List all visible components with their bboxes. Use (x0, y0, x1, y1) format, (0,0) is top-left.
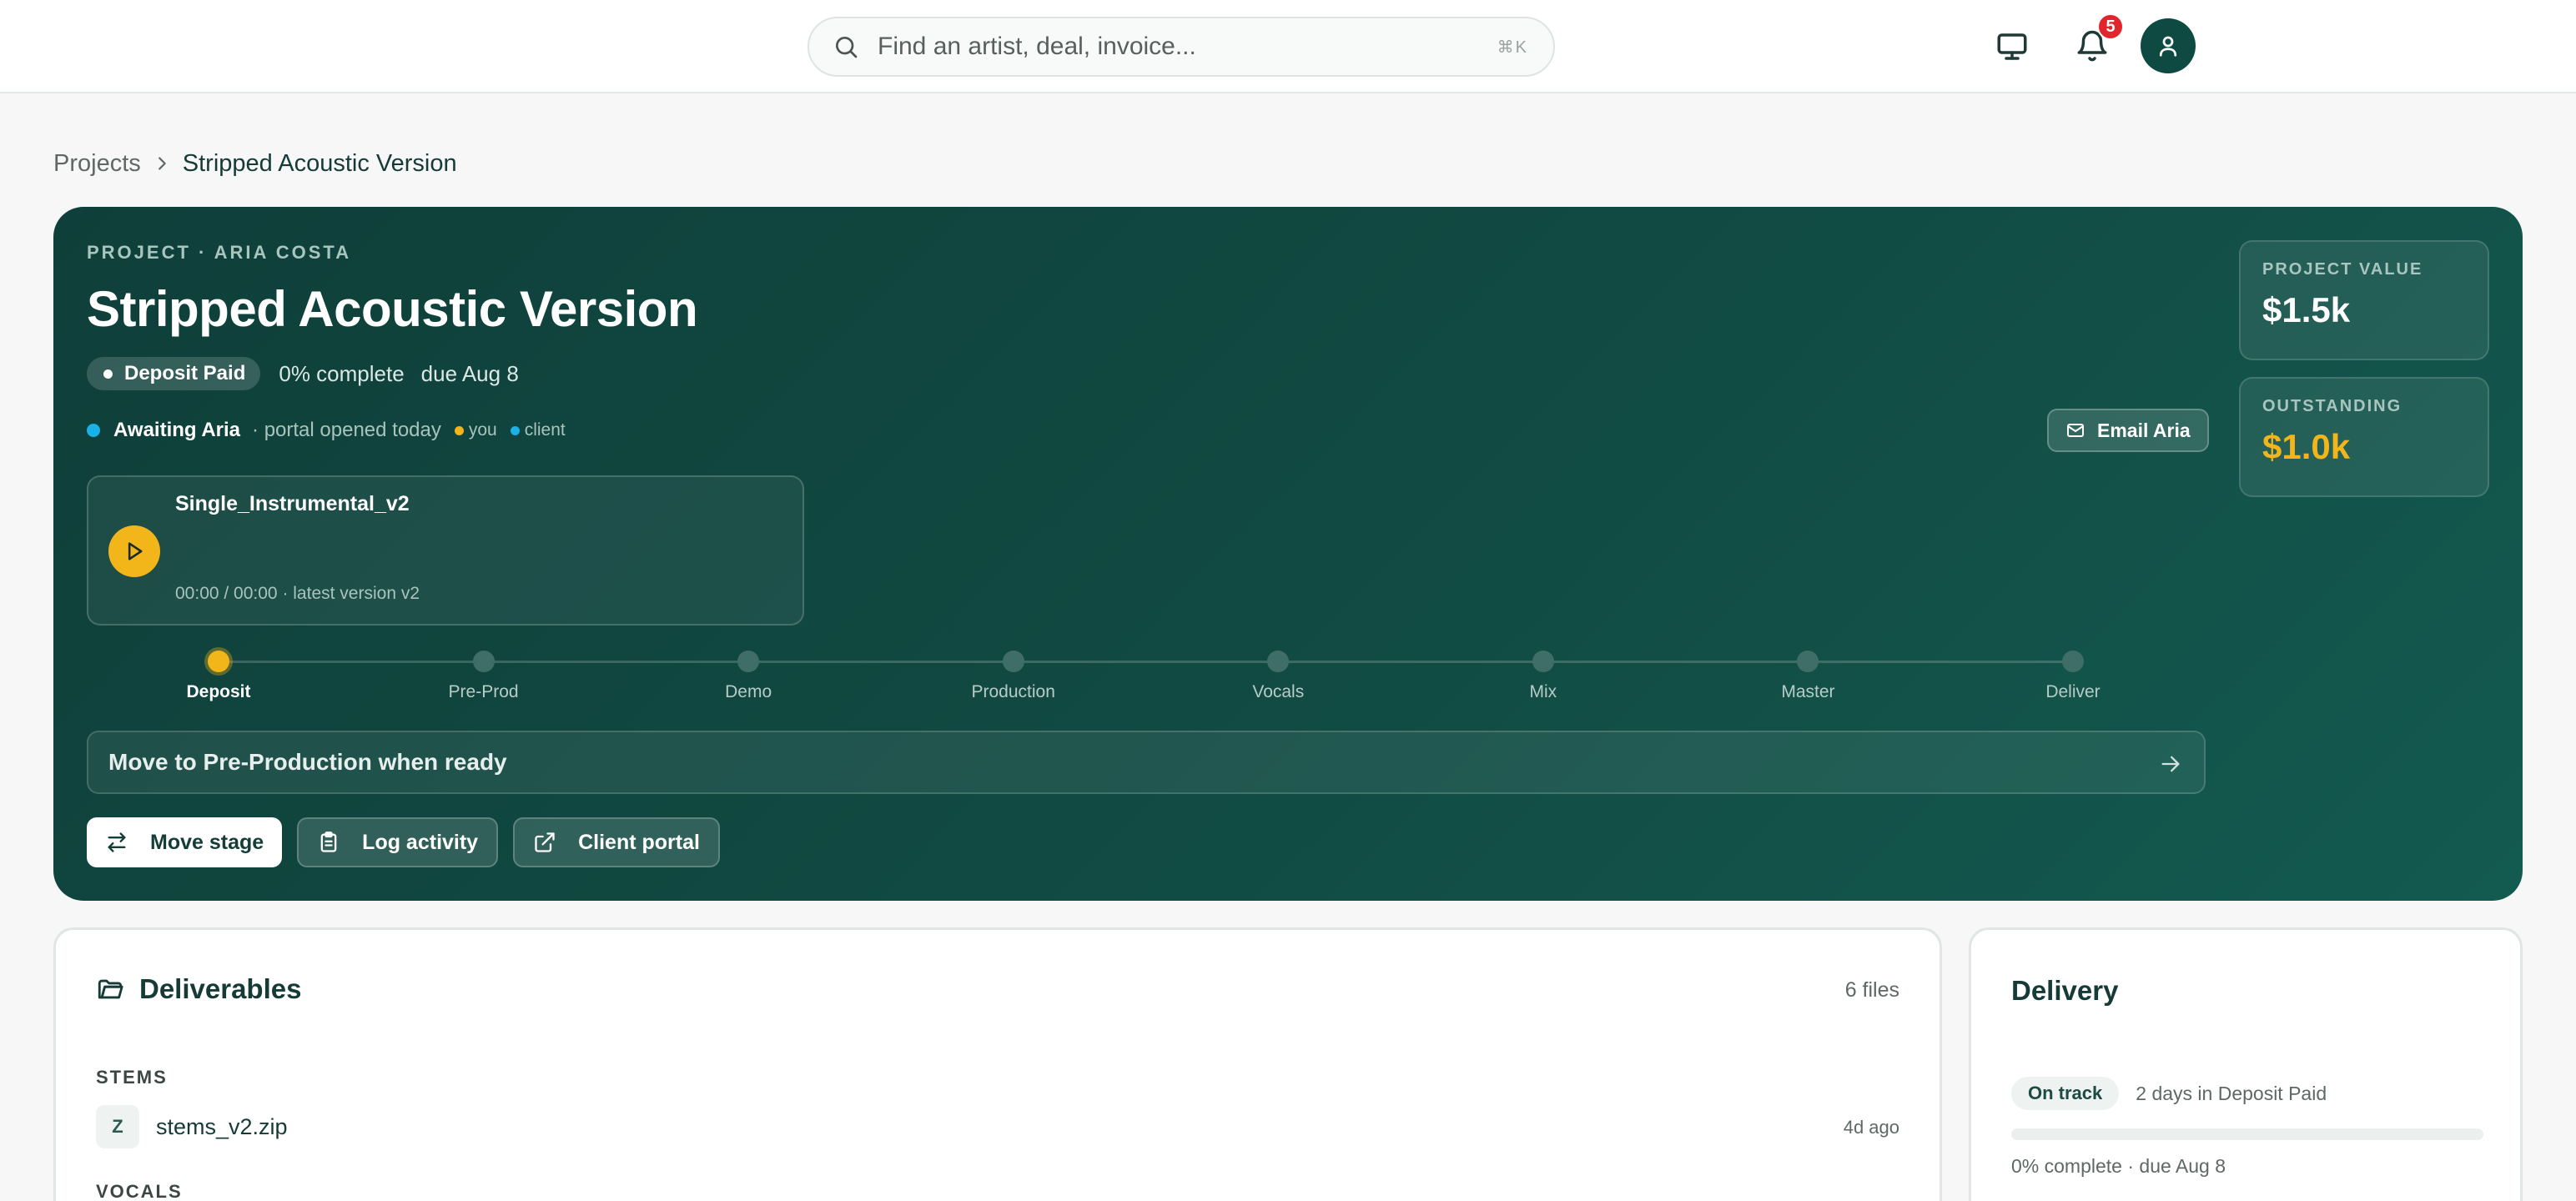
stage-label: Deposit (186, 682, 251, 701)
page-title: Stripped Acoustic Version (87, 281, 698, 337)
stage-dot (2062, 651, 2084, 672)
log-activity-label: Log activity (362, 830, 479, 854)
progress-text: 0% complete (279, 360, 405, 386)
stage-label: Mix (1529, 682, 1557, 701)
delivery-progress-bar (2011, 1128, 2483, 1140)
awaiting-row: Awaiting Aria · portal opened today you … (87, 419, 566, 442)
stage-step-mix[interactable]: Mix (1460, 649, 1627, 702)
chevron-right-icon (153, 154, 171, 173)
delivery-footer: 0% complete · due Aug 8 (2011, 1155, 2226, 1177)
delivery-status-row: On track 2 days in Deposit Paid (2011, 1077, 2327, 1110)
status-badge-label: Deposit Paid (124, 362, 246, 384)
stage-dot (737, 651, 760, 672)
breadcrumb: Projects Stripped Acoustic Version (53, 147, 457, 180)
stage-step-deliver[interactable]: Deliver (1990, 649, 2156, 702)
section-label-vocals: VOCALS (96, 1181, 183, 1201)
external-link-icon (533, 831, 556, 854)
stage-label: Deliver (2045, 682, 2101, 701)
deliverables-card: Deliverables 6 files STEMS Z stems_v2.zi… (53, 927, 1942, 1201)
stage-label: Vocals (1252, 682, 1305, 701)
stage-dot (1797, 651, 1819, 672)
search-placeholder[interactable]: Find an artist, deal, invoice... (878, 33, 1196, 61)
stage-label: Production (971, 682, 1055, 701)
legend-client-dot (510, 425, 520, 435)
search-bar[interactable]: Find an artist, deal, invoice... ⌘K (808, 17, 1555, 77)
stage-label: Pre-Prod (448, 682, 519, 701)
stage-label: Master (1781, 682, 1835, 701)
track-name: Single_Instrumental_v2 (175, 492, 410, 515)
awaiting-label: Awaiting Aria (113, 419, 241, 441)
outstanding-card: OUTSTANDING $1.0k (2239, 377, 2489, 497)
project-value: $1.5k (2262, 290, 2351, 329)
stage-dot (472, 651, 495, 672)
stage-step-demo[interactable]: Demo (665, 649, 832, 702)
deliverables-header: Deliverables (96, 973, 301, 1005)
status-row: Deposit Paid 0% complete due Aug 8 (87, 357, 519, 390)
client-portal-label: Client portal (578, 830, 700, 854)
delivery-card: Delivery On track 2 days in Deposit Paid… (1969, 927, 2523, 1201)
due-text: due Aug 8 (420, 360, 519, 386)
file-count: 6 files (1844, 978, 1899, 1002)
project-value-label: PROJECT VALUE (2262, 260, 2423, 279)
awaiting-dot (87, 424, 100, 437)
status-badge: Deposit Paid (87, 357, 261, 390)
top-bar: Find an artist, deal, invoice... ⌘K 5 (0, 0, 2576, 93)
stage-step-vocals[interactable]: Vocals (1195, 649, 1361, 702)
project-value-card: PROJECT VALUE $1.5k (2239, 240, 2489, 360)
file-age: 4d ago (1843, 1117, 1899, 1138)
next-step-bar[interactable]: Move to Pre-Production when ready (87, 731, 2206, 794)
zip-file-icon: Z (96, 1105, 139, 1148)
search-icon (833, 33, 859, 60)
stage-dot (1532, 651, 1554, 672)
outstanding-label: OUTSTANDING (2262, 397, 2402, 415)
stage-label: Demo (725, 682, 772, 701)
stage-step-master[interactable]: Master (1724, 649, 1891, 702)
folder-icon (96, 975, 124, 1003)
outstanding-value: $1.0k (2262, 427, 2351, 466)
section-label-stems: STEMS (96, 1067, 168, 1088)
monitor-icon[interactable] (1987, 22, 2037, 72)
audio-player: Single_Instrumental_v2 00:00 / 00:00 · l… (87, 475, 804, 626)
stage-pipeline: Deposit Pre-Prod Demo Production Vocals Mix Ma… (53, 649, 2222, 716)
delivery-note: 2 days in Deposit Paid (2136, 1082, 2327, 1104)
stage-dot (208, 651, 229, 672)
arrow-right-icon (2159, 752, 2182, 776)
deliverables-title: Deliverables (139, 973, 302, 1004)
email-artist-button[interactable]: Email Aria (2047, 409, 2209, 452)
stage-step-deposit[interactable]: Deposit (135, 649, 302, 702)
legend-you-label: you (468, 420, 497, 440)
log-activity-button[interactable]: Log activity (297, 817, 499, 867)
project-eyebrow: PROJECT · ARIA COSTA (87, 242, 352, 263)
stage-dot (1267, 651, 1290, 672)
file-row[interactable]: Z stems_v2.zip 4d ago (96, 1105, 1899, 1148)
status-dot (103, 369, 113, 379)
legend-you-dot (454, 425, 464, 435)
client-portal-button[interactable]: Client portal (513, 817, 720, 867)
breadcrumb-current: Stripped Acoustic Version (182, 149, 457, 177)
next-step-text: Move to Pre-Production when ready (108, 749, 507, 775)
on-track-badge: On track (2011, 1077, 2120, 1110)
user-avatar[interactable] (2141, 18, 2196, 73)
move-stage-button[interactable]: Move stage (87, 817, 283, 867)
project-hero-card: PROJECT · ARIA COSTA Stripped Acoustic V… (53, 207, 2523, 901)
file-name[interactable]: stems_v2.zip (156, 1114, 288, 1140)
stage-step-pre-prod[interactable]: Pre-Prod (400, 649, 567, 702)
stage-dot (1002, 651, 1024, 672)
breadcrumb-projects-link[interactable]: Projects (53, 150, 141, 178)
move-stage-label: Move stage (150, 830, 264, 854)
stage-step-production[interactable]: Production (930, 649, 1097, 702)
play-button[interactable] (108, 525, 160, 577)
legend-client-label: client (524, 420, 566, 440)
notification-badge: 5 (2097, 13, 2124, 40)
email-button-label: Email Aria (2097, 419, 2191, 441)
clipboard-icon (317, 831, 340, 854)
awaiting-note: · portal opened today (252, 419, 441, 441)
track-time: 00:00 / 00:00 · latest version v2 (175, 584, 420, 603)
swap-arrows-icon (105, 831, 128, 854)
action-buttons: Move stage Log activity Client portal (87, 817, 735, 867)
mail-icon (2065, 420, 2085, 440)
play-icon (128, 542, 143, 560)
delivery-title: Delivery (2011, 975, 2119, 1006)
search-shortcut: ⌘K (1497, 38, 1528, 57)
